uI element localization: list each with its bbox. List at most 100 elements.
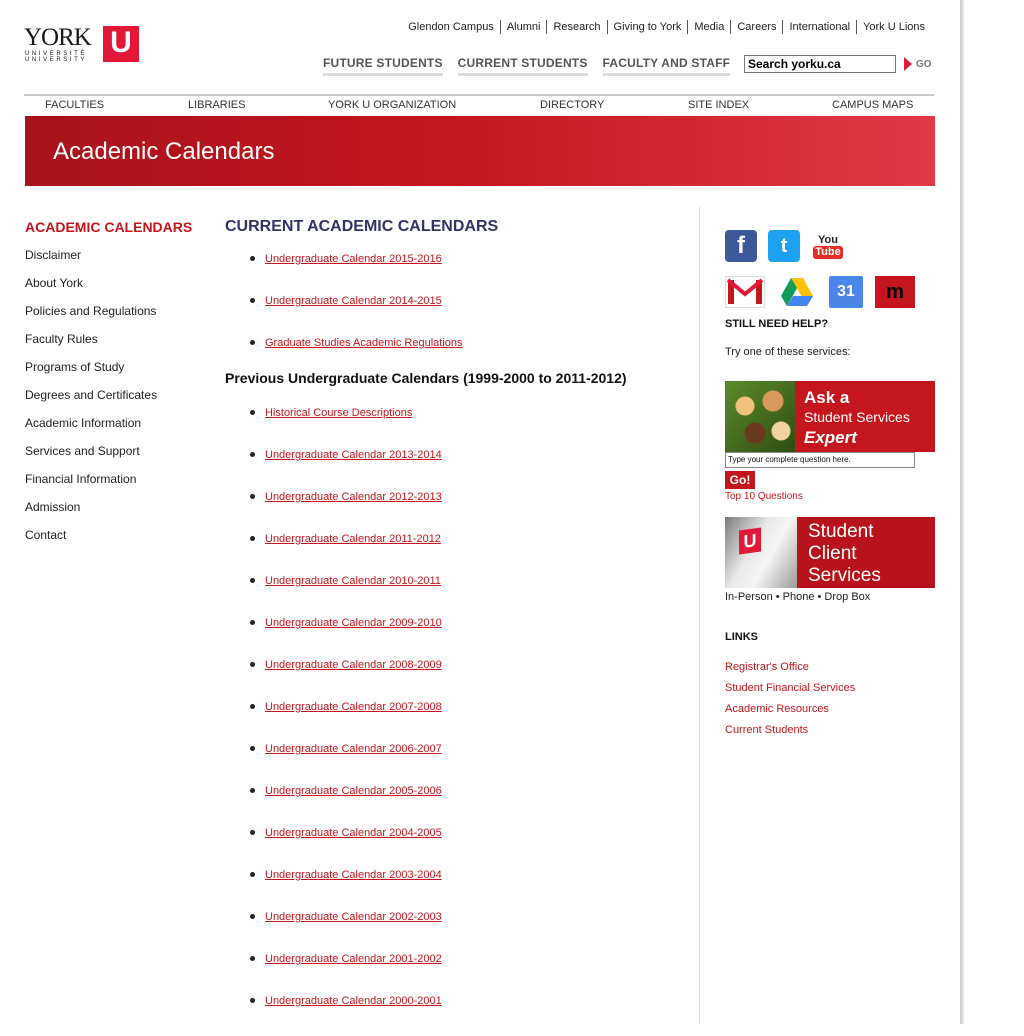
nav-libraries[interactable]: LIBRARIES	[188, 99, 245, 111]
student-client-services-banner[interactable]: U Student Client Services	[725, 517, 935, 588]
audience-current-students[interactable]: CURRENT STUDENTS	[457, 56, 588, 76]
logo-york-text: YORK	[24, 24, 92, 51]
audience-future-students[interactable]: FUTURE STUDENTS	[323, 56, 443, 76]
list-item: Undergraduate Calendar 2006-2007	[225, 742, 442, 784]
list-item: Undergraduate Calendar 2002-2003	[225, 910, 442, 952]
top-10-questions-link[interactable]: Top 10 Questions	[725, 491, 803, 502]
calendar-link[interactable]: Undergraduate Calendar 2001-2002	[265, 953, 442, 965]
drive-triangle-graphic	[781, 278, 813, 306]
sidebar-item-faculty-rules[interactable]: Faculty Rules	[25, 332, 157, 360]
search-input[interactable]: Search yorku.ca	[744, 55, 896, 73]
top-link-giving[interactable]: Giving to York	[606, 20, 688, 34]
link-registrars-office[interactable]: Registrar's Office	[725, 661, 855, 682]
sidebar-item-programs[interactable]: Programs of Study	[25, 360, 157, 388]
sidebar-item-admission[interactable]: Admission	[25, 500, 157, 528]
current-calendars-list: Undergraduate Calendar 2015-2016 Undergr…	[225, 252, 463, 378]
previous-calendars-heading: Previous Undergraduate Calendars (1999-2…	[225, 370, 627, 386]
youtube-icon[interactable]: You Tube	[811, 230, 845, 262]
sidebar-item-policies[interactable]: Policies and Regulations	[25, 304, 157, 332]
gmail-envelope-graphic	[726, 278, 764, 304]
nav-campus-maps[interactable]: CAMPUS MAPS	[832, 99, 913, 111]
sidebar-item-disclaimer[interactable]: Disclaimer	[25, 248, 157, 276]
top-link-careers[interactable]: Careers	[730, 20, 782, 34]
question-input[interactable]: Type your complete question here.	[725, 452, 915, 468]
go-arrow-icon	[904, 57, 912, 71]
students-photo	[725, 381, 795, 452]
gmail-icon[interactable]	[725, 276, 765, 308]
scs-subtitle: In-Person • Phone • Drop Box	[725, 591, 871, 603]
nav-faculties[interactable]: FACULTIES	[45, 99, 104, 111]
column-divider	[699, 207, 700, 1024]
sidebar-title[interactable]: ACADEMIC CALENDARS	[25, 219, 192, 235]
list-item: Historical Course Descriptions	[225, 406, 442, 448]
calendar-link[interactable]: Undergraduate Calendar 2008-2009	[265, 659, 442, 671]
question-go-button[interactable]: Go!	[725, 471, 755, 489]
calendar-link[interactable]: Historical Course Descriptions	[265, 407, 412, 419]
list-item: Undergraduate Calendar 2008-2009	[225, 658, 442, 700]
calendar-icon[interactable]: 31	[829, 276, 863, 308]
calendar-link[interactable]: Undergraduate Calendar 2012-2013	[265, 491, 442, 503]
list-item: Undergraduate Calendar 2010-2011	[225, 574, 442, 616]
calendar-link[interactable]: Undergraduate Calendar 2007-2008	[265, 701, 442, 713]
top-link-alumni[interactable]: Alumni	[499, 20, 547, 34]
top-link-lions[interactable]: York U Lions	[856, 20, 931, 34]
current-calendars-heading: CURRENT ACADEMIC CALENDARS	[225, 218, 499, 235]
list-item: Undergraduate Calendar 2000-2001	[225, 994, 442, 1036]
ask-banner-line1: Ask a	[804, 388, 850, 407]
calendar-link[interactable]: Undergraduate Calendar 2006-2007	[265, 743, 442, 755]
sidebar-item-degrees[interactable]: Degrees and Certificates	[25, 388, 157, 416]
calendar-link[interactable]: Undergraduate Calendar 2011-2012	[265, 533, 441, 545]
sidebar-nav: Disclaimer About York Policies and Regul…	[25, 248, 157, 556]
youtube-you-text: You	[818, 233, 838, 246]
sidebar-item-academic-info[interactable]: Academic Information	[25, 416, 157, 444]
top-link-glendon[interactable]: Glendon Campus	[402, 20, 500, 34]
sidebar-item-services[interactable]: Services and Support	[25, 444, 157, 472]
calendar-link[interactable]: Undergraduate Calendar 2002-2003	[265, 911, 442, 923]
link-student-financial-services[interactable]: Student Financial Services	[725, 682, 855, 703]
google-drive-icon[interactable]	[777, 276, 817, 308]
audience-nav: FUTURE STUDENTS CURRENT STUDENTS FACULTY…	[323, 56, 731, 76]
sidebar-item-about-york[interactable]: About York	[25, 276, 157, 304]
nav-directory[interactable]: DIRECTORY	[540, 99, 604, 111]
app-icons: 31 m	[725, 276, 915, 308]
sidebar-item-contact[interactable]: Contact	[25, 528, 157, 556]
scs-banner-text: Student Client Services	[808, 521, 881, 587]
list-item: Undergraduate Calendar 2013-2014	[225, 448, 442, 490]
facebook-icon[interactable]: f	[725, 230, 757, 262]
moodle-icon[interactable]: m	[875, 276, 915, 308]
calendar-link[interactable]: Undergraduate Calendar 2013-2014	[265, 449, 442, 461]
calendar-link[interactable]: Undergraduate Calendar 2004-2005	[265, 827, 442, 839]
audience-faculty-staff[interactable]: FACULTY AND STAFF	[602, 56, 731, 76]
calendar-link[interactable]: Undergraduate Calendar 2005-2006	[265, 785, 442, 797]
related-links: Registrar's Office Student Financial Ser…	[725, 661, 855, 745]
twitter-icon[interactable]: t	[768, 230, 800, 262]
list-item: Undergraduate Calendar 2011-2012	[225, 532, 442, 574]
calendar-link[interactable]: Undergraduate Calendar 2015-2016	[265, 253, 442, 265]
calendar-link[interactable]: Undergraduate Calendar 2009-2010	[265, 617, 442, 629]
link-academic-resources[interactable]: Academic Resources	[725, 703, 855, 724]
calendar-link[interactable]: Undergraduate Calendar 2014-2015	[265, 295, 442, 307]
list-item: Undergraduate Calendar 2001-2002	[225, 952, 442, 994]
link-current-students[interactable]: Current Students	[725, 724, 855, 745]
ask-expert-banner[interactable]: Ask a Student Services Expert	[725, 381, 935, 452]
help-heading: STILL NEED HELP?	[725, 318, 829, 330]
york-university-logo[interactable]: YORK UNIVERSITÉ UNIVERSITY U	[24, 24, 140, 64]
page-banner: Academic Calendars	[25, 116, 935, 186]
calendar-link[interactable]: Graduate Studies Academic Regulations	[265, 337, 463, 349]
calendar-link[interactable]: Undergraduate Calendar 2000-2001	[265, 995, 442, 1007]
nav-york-u-organization[interactable]: YORK U ORGANIZATION	[328, 99, 456, 111]
nav-site-index[interactable]: SITE INDEX	[688, 99, 749, 111]
calendar-link[interactable]: Undergraduate Calendar 2003-2004	[265, 869, 442, 881]
sidebar-item-financial[interactable]: Financial Information	[25, 472, 157, 500]
calendar-link[interactable]: Undergraduate Calendar 2010-2011	[265, 575, 441, 587]
list-item: Undergraduate Calendar 2004-2005	[225, 826, 442, 868]
top-link-media[interactable]: Media	[687, 20, 730, 34]
previous-calendars-list: Historical Course Descriptions Undergrad…	[225, 406, 442, 1036]
top-link-research[interactable]: Research	[546, 20, 606, 34]
list-item: Undergraduate Calendar 2009-2010	[225, 616, 442, 658]
list-item: Undergraduate Calendar 2003-2004	[225, 868, 442, 910]
york-sign-photo: U	[725, 517, 797, 588]
search-go-button[interactable]: GO	[904, 57, 932, 71]
youtube-tube-text: Tube	[813, 245, 843, 259]
top-link-international[interactable]: International	[782, 20, 856, 34]
